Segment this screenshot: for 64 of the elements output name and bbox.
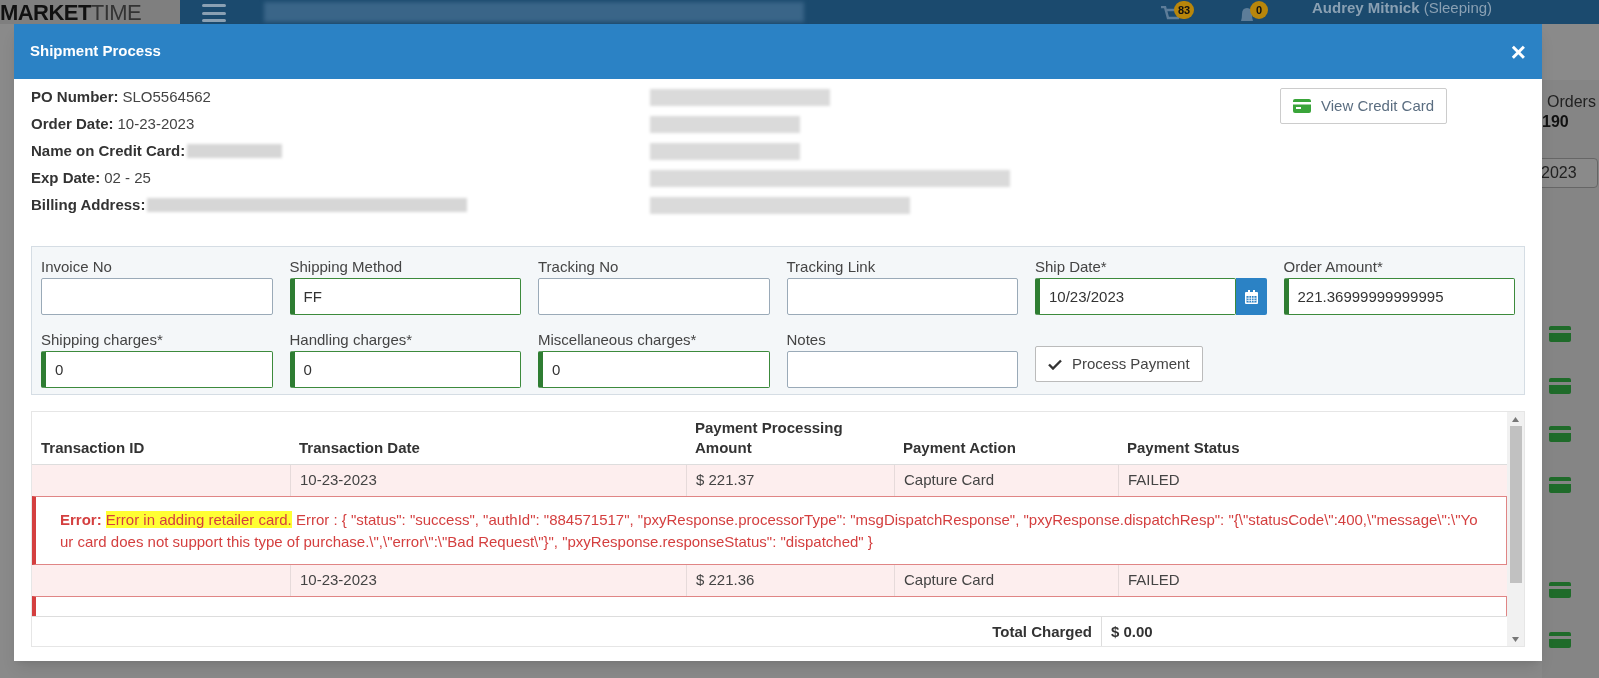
column-header: Transaction Date (298, 438, 421, 458)
credit-card-icon[interactable] (1549, 581, 1571, 598)
field-label: PO Number: (31, 86, 119, 107)
field-label: Invoice No (41, 257, 113, 277)
input-field[interactable]: 0 (41, 351, 273, 388)
view-credit-card-button[interactable]: View Credit Card (1280, 88, 1448, 124)
input-field[interactable]: 0 (538, 351, 770, 388)
credit-card-icon[interactable] (1549, 631, 1571, 648)
close-button[interactable]: × (1510, 38, 1526, 65)
input-field[interactable]: 0 (289, 351, 521, 388)
credit-card-icon[interactable] (1549, 325, 1571, 342)
process-payment-button[interactable]: Process Payment (1035, 346, 1203, 382)
field-label: Tracking No (538, 257, 620, 277)
scrollbar[interactable] (1507, 412, 1524, 646)
modal-title: Shipment Process (30, 41, 161, 62)
menu-icon[interactable] (202, 4, 226, 22)
column-label: Orders (1547, 92, 1596, 112)
table-cell: 10-23-2023 (290, 465, 686, 496)
check-icon (1048, 358, 1062, 370)
column-header: Transaction ID (40, 438, 146, 458)
table-cell: Capture Card (894, 565, 1118, 596)
field-label: Notes (786, 330, 827, 350)
column-header: Payment Action (902, 438, 1017, 458)
table-cell: $ 221.37 (686, 465, 894, 496)
input-field[interactable] (538, 278, 770, 315)
input-field[interactable]: 221.36999999999995 (1283, 278, 1515, 315)
input-field[interactable] (786, 278, 1018, 315)
field-label: Order Amount* (1283, 257, 1384, 277)
field-label: Ship Date* (1035, 257, 1108, 277)
column-header: Payment Processing Amount (694, 418, 844, 458)
field-value: 02 - 25 (104, 167, 151, 188)
table-cell: $ 221.36 (686, 565, 894, 596)
total-label: Total Charged (991, 621, 1093, 642)
field-value: 10-23-2023 (117, 113, 195, 134)
input-field[interactable] (786, 351, 1018, 388)
field-label: Billing Address: (31, 194, 146, 215)
field-label: Handling charges* (289, 330, 414, 350)
date-field[interactable]: 10/23/2023 (1035, 278, 1236, 315)
input-field[interactable]: FF (289, 278, 521, 315)
field-label: Miscellaneous charges* (538, 330, 698, 350)
app-logo: MARKETTIME (0, 0, 180, 24)
field-label: Tracking Link (786, 257, 877, 277)
scroll-down-icon[interactable] (1512, 636, 1519, 642)
field-value: SLO5564562 (122, 86, 211, 107)
credit-card-icon[interactable] (1549, 377, 1571, 394)
credit-card-icon[interactable] (1549, 476, 1571, 493)
field-label: Name on Credit Card: (31, 140, 186, 161)
input-field[interactable] (41, 278, 273, 315)
field-label: Shipping charges* (41, 330, 164, 350)
user-name: Audrey Mitnick (Sleeping) (1312, 0, 1493, 18)
field-label: Exp Date: (31, 167, 101, 188)
field-label: Shipping Method (289, 257, 404, 277)
table-cell: 10-23-2023 (290, 565, 686, 596)
calendar-icon (1244, 289, 1258, 304)
bell-icon[interactable] (1238, 6, 1256, 24)
order-count: 190 (1542, 112, 1569, 132)
error-message: Error: Error in adding retailer card. Error : { "status": "success", "authId": "884571517", "pxyResponse.processorType": "msgDispatchResponse", "pxyResponse.dispatchResp": "{\"statusCode\":400,\"message\":\"Your card does not support this type of purchase.\",\"error\":\"Bad Request\"}", "pxyResponse.responseStatus": "dispatched" } (60, 509, 1479, 552)
column-header: Payment Status (1126, 438, 1241, 458)
field-label: Order Date: (31, 113, 114, 134)
credit-card-icon[interactable] (1549, 425, 1571, 442)
calendar-button[interactable] (1235, 278, 1267, 315)
table-cell: Capture Card (894, 465, 1118, 496)
scroll-up-icon[interactable] (1512, 416, 1519, 422)
credit-card-icon (1293, 99, 1311, 113)
